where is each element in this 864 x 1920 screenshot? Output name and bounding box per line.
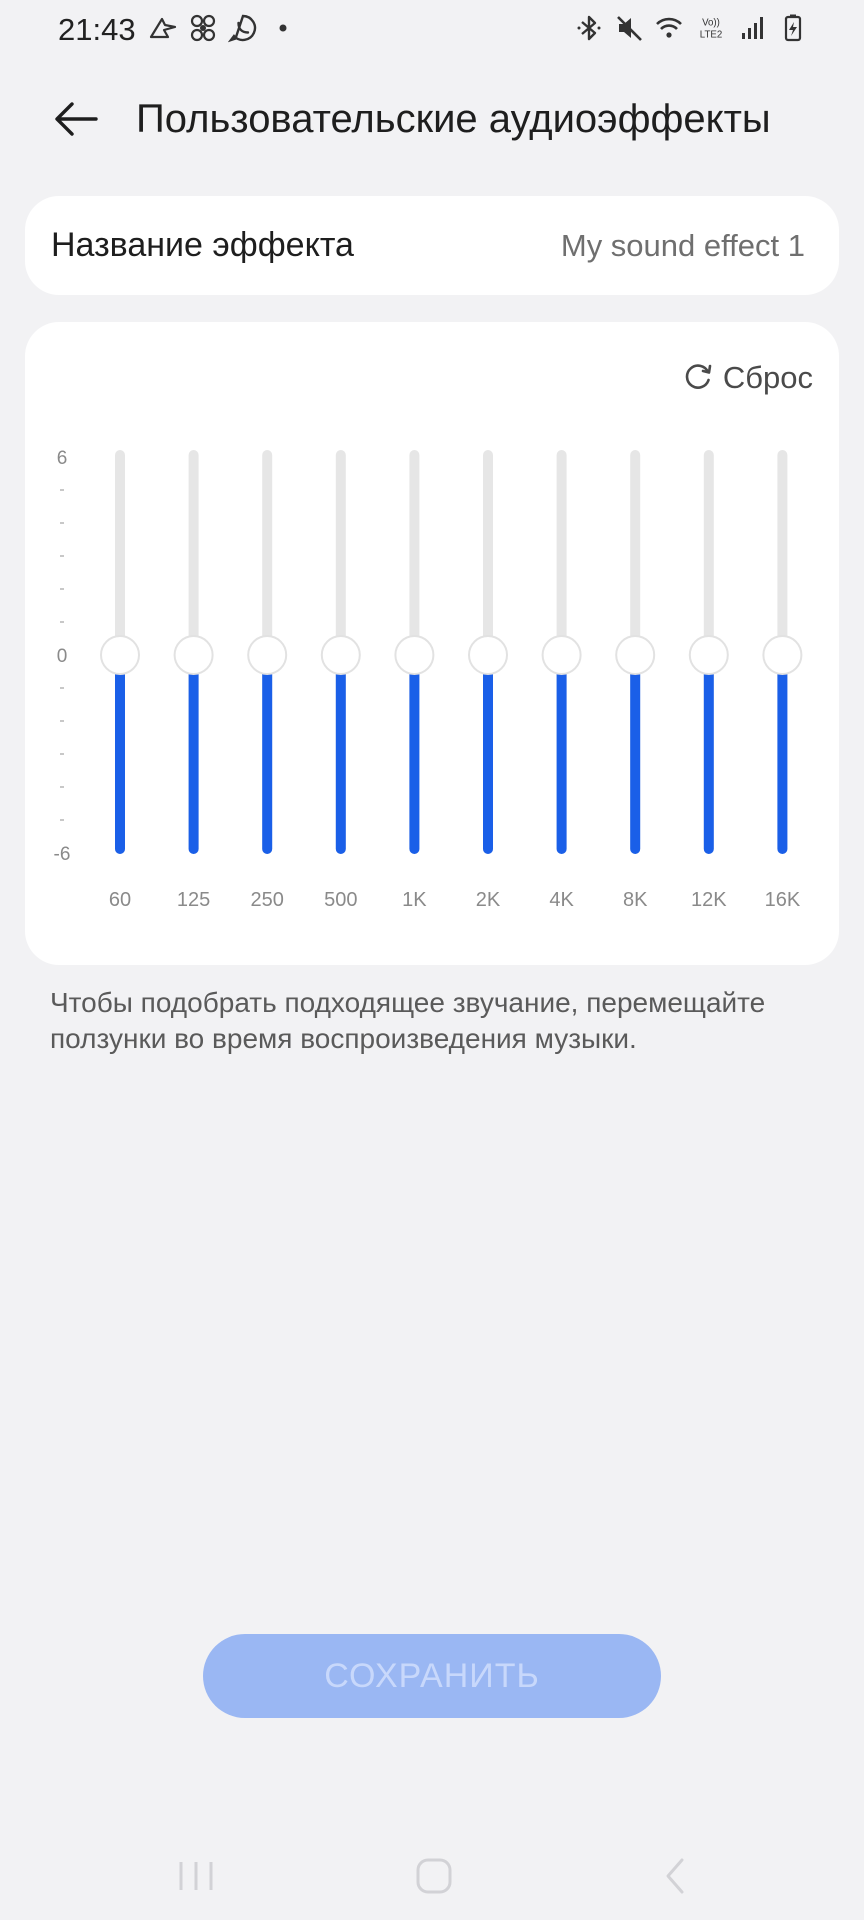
slider-thumb[interactable] <box>541 635 582 675</box>
status-right-icons: Vo)) LTE2 <box>574 12 808 44</box>
save-button-label: СОХРАНИТЬ <box>324 1656 540 1695</box>
effect-name-value: My sound effect 1 <box>560 228 805 263</box>
slider-thumb[interactable] <box>688 635 729 675</box>
save-button[interactable]: СОХРАНИТЬ <box>203 1634 661 1718</box>
home-icon[interactable] <box>414 1854 454 1898</box>
hint-text: Чтобы подобрать подходящее звучание, пер… <box>50 987 766 1054</box>
fan-app-icon <box>188 12 218 44</box>
band-frequency-label: 16K <box>765 889 801 911</box>
whatsapp-icon <box>228 12 258 44</box>
page-title: Пользовательские аудиоэффекты <box>136 97 771 141</box>
status-time: 21:43 <box>58 12 136 47</box>
eq-band-slider[interactable]: 60 <box>100 450 140 911</box>
effect-name-row[interactable]: Название эффекта My sound effect 1 <box>25 196 839 295</box>
band-frequency-label: 12K <box>691 889 727 911</box>
battery-charging-icon <box>778 12 808 44</box>
band-frequency-label: 125 <box>177 889 210 911</box>
slider-thumb[interactable] <box>320 635 361 675</box>
slider-thumb[interactable] <box>247 635 288 675</box>
slider-thumb[interactable] <box>615 635 656 675</box>
band-frequency-label: 2K <box>476 889 501 911</box>
y-axis-label-zero: 0 <box>57 646 68 667</box>
band-frequency-label: 4K <box>549 889 574 911</box>
back-button[interactable] <box>44 93 108 149</box>
status-left-icons <box>148 12 298 44</box>
slider-thumb[interactable] <box>468 635 508 675</box>
arrow-left-icon <box>52 99 100 144</box>
app-bar: Пользовательские аудиоэффекты <box>0 85 864 155</box>
notification-app-icon <box>148 12 178 44</box>
navigation-bar <box>0 1840 864 1920</box>
effect-name-label: Название эффекта <box>51 226 354 264</box>
status-bar: 21:43 Vo)) LTE2 <box>0 0 864 62</box>
eq-band-slider[interactable]: 2K <box>468 450 508 911</box>
dot-icon <box>268 12 298 44</box>
reset-button[interactable]: Сброс <box>681 356 813 400</box>
eq-band-slider[interactable]: 1K <box>394 450 435 911</box>
reset-label: Сброс <box>722 360 813 395</box>
band-frequency-label: 1K <box>402 889 427 911</box>
y-axis-label-min: -6 <box>54 844 71 865</box>
eq-band-slider[interactable]: 8K <box>615 450 656 911</box>
volte-lte2-icon: Vo)) LTE2 <box>694 12 728 44</box>
refresh-icon <box>681 359 715 398</box>
eq-band-slider[interactable]: 500 <box>320 450 361 911</box>
slider-thumb[interactable] <box>394 635 435 675</box>
wifi-icon <box>654 12 684 44</box>
slider-thumb[interactable] <box>100 635 140 675</box>
eq-band-slider[interactable]: 16K <box>762 450 803 911</box>
eq-band-slider[interactable]: 125 <box>173 450 214 911</box>
recent-apps-icon[interactable] <box>176 1854 216 1898</box>
equalizer-graph: 60-660 125 250 500 1K 2K 4K 8K 12K 16K <box>54 448 803 911</box>
back-icon[interactable] <box>660 1854 690 1898</box>
eq-band-slider[interactable]: 12K <box>688 450 729 911</box>
slider-thumb[interactable] <box>762 635 803 675</box>
y-axis-label-max: 6 <box>57 448 68 469</box>
signal-icon <box>738 12 768 44</box>
band-frequency-label: 8K <box>623 889 648 911</box>
eq-band-slider[interactable]: 250 <box>247 450 288 911</box>
band-frequency-label: 250 <box>251 889 284 911</box>
mute-icon <box>614 12 644 44</box>
equalizer-card: 6 0 -6 60 125 250 500 1K 2K 4K 8K 12K 16K Сброс <box>25 322 839 965</box>
slider-thumb[interactable] <box>173 635 214 675</box>
eq-band-slider[interactable]: 4K <box>541 450 582 911</box>
bluetooth-icon <box>574 12 604 44</box>
band-frequency-label: 60 <box>109 889 131 911</box>
svg-text:Vo)): Vo)) <box>702 17 720 28</box>
svg-text:LTE2: LTE2 <box>700 30 722 41</box>
band-frequency-label: 500 <box>324 889 357 911</box>
